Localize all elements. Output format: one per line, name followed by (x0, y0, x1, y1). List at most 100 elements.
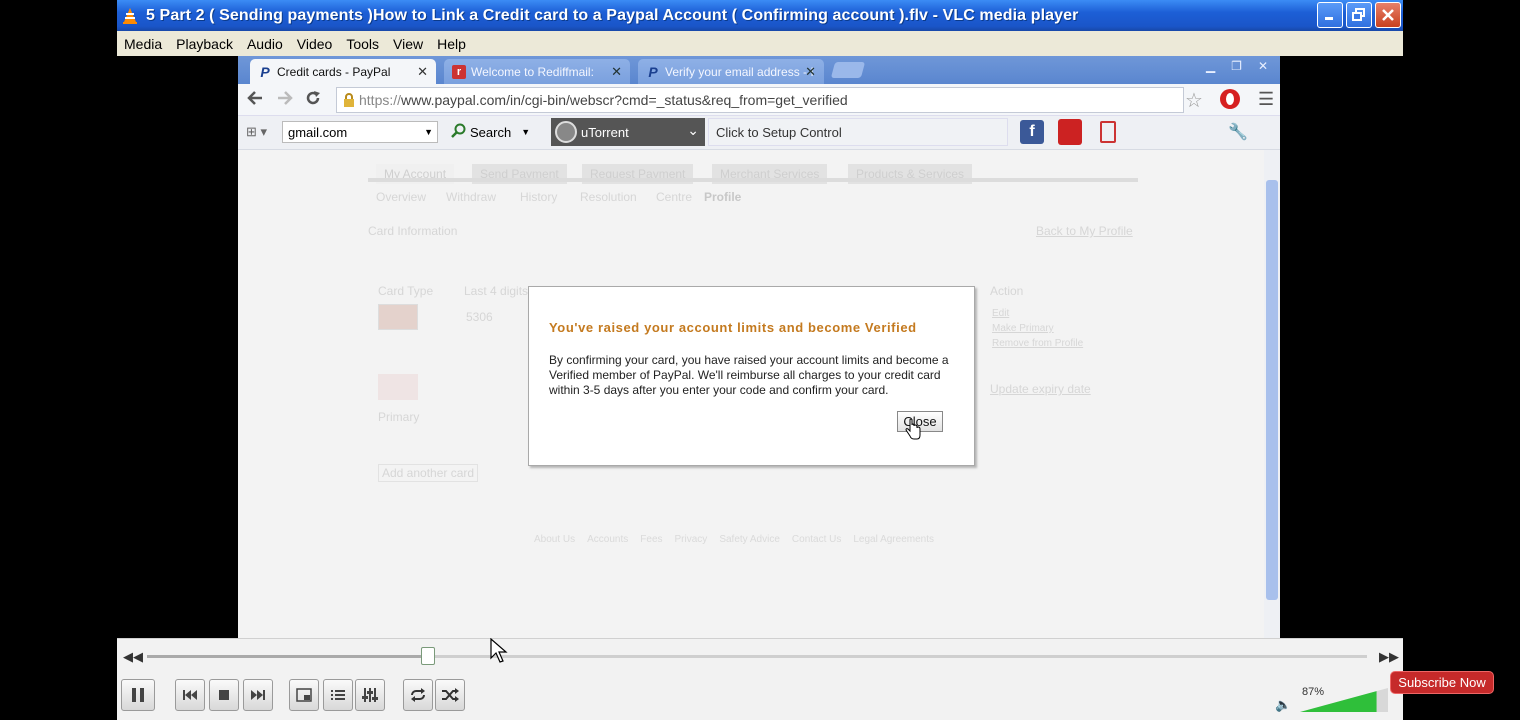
menu-tools[interactable]: Tools (339, 36, 386, 52)
bookmark-star-icon[interactable]: ☆ (1185, 88, 1203, 113)
new-tab-button[interactable] (830, 62, 866, 78)
back-to-profile-link[interactable]: Back to My Profile (1036, 224, 1133, 238)
minimize-button[interactable] (1317, 2, 1343, 28)
menu-video[interactable]: Video (290, 36, 340, 52)
tab-close-icon[interactable]: ✕ (417, 64, 428, 80)
close-button[interactable] (1375, 2, 1401, 28)
card-digits: 5306 (466, 310, 493, 324)
shuffle-button[interactable] (435, 679, 465, 711)
stop-button[interactable] (209, 679, 239, 711)
volume-slider[interactable] (1300, 685, 1388, 713)
update-expiry-link[interactable]: Update expiry date (990, 382, 1091, 396)
action-link[interactable]: Make Primary (992, 323, 1054, 334)
seek-handle[interactable] (420, 647, 435, 665)
footer-links: About Us Accounts Fees Privacy Safety Ad… (534, 534, 974, 545)
address-bar[interactable]: https://www.paypal.com/in/cgi-bin/webscr… (336, 87, 1184, 113)
tab-close-icon[interactable]: ✕ (611, 64, 622, 80)
tab-close-icon[interactable]: ✕ (805, 64, 816, 80)
play-video-icon[interactable] (1058, 119, 1082, 145)
footer-link[interactable]: Legal Agreements (853, 534, 934, 545)
chevron-down-icon: ⌄ (687, 122, 699, 138)
scrollbar-thumb[interactable] (1266, 180, 1278, 600)
vlc-cone-icon (122, 7, 138, 25)
subnav-item[interactable]: Centre (656, 190, 692, 204)
menu-bar: Media Playback Audio Video Tools View He… (117, 31, 1403, 56)
seek-bar[interactable] (147, 655, 1367, 658)
back-icon[interactable] (246, 89, 264, 113)
subscribe-button[interactable]: Subscribe Now (1390, 671, 1494, 694)
video-area[interactable]: P Credit cards - PayPal ✕ r Welcome to R… (117, 56, 1403, 638)
menu-playback[interactable]: Playback (169, 36, 240, 52)
action-link[interactable]: Edit (992, 308, 1009, 319)
browser-tab-rediffmail[interactable]: r Welcome to Rediffmail: ✕ (444, 59, 630, 84)
footer-link[interactable]: About Us (534, 534, 575, 545)
footer-link[interactable]: Safety Advice (719, 534, 780, 545)
browser-toolbar: https://www.paypal.com/in/cgi-bin/webscr… (238, 84, 1280, 116)
pause-button[interactable] (121, 679, 155, 711)
add-icon[interactable]: ⊞ ▾ (246, 124, 267, 140)
card-image (378, 374, 418, 400)
menu-help[interactable]: Help (430, 36, 473, 52)
footer-link[interactable]: Contact Us (792, 534, 841, 545)
browser-menu-icon[interactable]: ☰ (1258, 89, 1274, 110)
browser-close-icon[interactable]: ✕ (1258, 59, 1268, 73)
primary-label: Primary (378, 410, 420, 424)
dialog-body: By confirming your card, you have raised… (549, 353, 949, 397)
tab-label: Credit cards - PayPal (277, 64, 391, 79)
search-button[interactable]: Search ▼ (444, 121, 530, 143)
arrow-cursor-icon (490, 637, 508, 669)
playlist-button[interactable] (323, 679, 353, 711)
window-title: 5 Part 2 ( Sending payments )How to Link… (146, 6, 1079, 24)
browser-minimize-icon[interactable]: ▁ (1206, 59, 1215, 73)
facebook-icon[interactable]: f (1020, 120, 1044, 144)
url-scheme: https:// (359, 92, 402, 108)
browser-restore-icon[interactable]: ❐ (1231, 59, 1242, 73)
rewind-icon[interactable]: ◀◀ (123, 649, 143, 665)
utorrent-icon (555, 121, 577, 143)
extended-settings-button[interactable] (355, 679, 385, 711)
menu-media[interactable]: Media (117, 36, 169, 52)
paypal-nav: My Account Send Payment Request Payment … (368, 158, 1138, 184)
reload-icon[interactable] (304, 89, 322, 113)
fast-forward-icon[interactable]: ▶▶ (1379, 649, 1399, 665)
add-card-button[interactable]: Add another card (378, 464, 479, 482)
dialog-title: You've raised your account limits and be… (549, 320, 917, 335)
subnav-item[interactable]: Overview (376, 190, 426, 204)
utorrent-toolbar[interactable]: uTorrent ⌄ (551, 118, 705, 146)
browser-tabstrip: P Credit cards - PayPal ✕ r Welcome to R… (238, 56, 1280, 84)
dropdown-icon: ▼ (521, 127, 531, 137)
paypal-icon: P (260, 63, 270, 80)
subnav-item[interactable]: Resolution (580, 190, 637, 204)
forward-icon[interactable] (276, 89, 294, 113)
trash-icon[interactable] (1100, 121, 1116, 143)
card-image (378, 304, 418, 330)
window-controls (1317, 2, 1401, 28)
browser-tab-verify[interactable]: P Verify your email address - I ✕ (638, 59, 824, 84)
loop-button[interactable] (403, 679, 433, 711)
vlc-window: 5 Part 2 ( Sending payments )How to Link… (117, 0, 1403, 720)
action-link[interactable]: Remove from Profile (992, 338, 1083, 349)
speaker-icon[interactable]: 🔈 (1275, 697, 1291, 713)
subnav-item-active[interactable]: Profile (704, 190, 741, 204)
footer-link[interactable]: Privacy (675, 534, 708, 545)
footer-link[interactable]: Accounts (587, 534, 628, 545)
tab-label: Welcome to Rediffmail: (471, 64, 594, 79)
menu-view[interactable]: View (386, 36, 430, 52)
subnav-item[interactable]: History (520, 190, 557, 204)
seek-fill (147, 655, 428, 658)
browser-tab-paypal[interactable]: P Credit cards - PayPal ✕ (250, 59, 436, 84)
previous-button[interactable] (175, 679, 205, 711)
setup-text: Click to Setup Control (716, 125, 842, 140)
wrench-icon[interactable]: 🔧 (1228, 122, 1248, 142)
next-button[interactable] (243, 679, 273, 711)
opera-icon[interactable] (1220, 89, 1240, 109)
lock-icon (343, 93, 355, 107)
menu-audio[interactable]: Audio (240, 36, 290, 52)
search-engine-select[interactable]: gmail.com ▼ (282, 121, 438, 143)
page-scrollbar[interactable] (1264, 150, 1280, 638)
column-header: Card Type (378, 284, 434, 298)
fullscreen-button[interactable] (289, 679, 319, 711)
subnav-item[interactable]: Withdraw (446, 190, 496, 204)
restore-button[interactable] (1346, 2, 1372, 28)
footer-link[interactable]: Fees (640, 534, 662, 545)
